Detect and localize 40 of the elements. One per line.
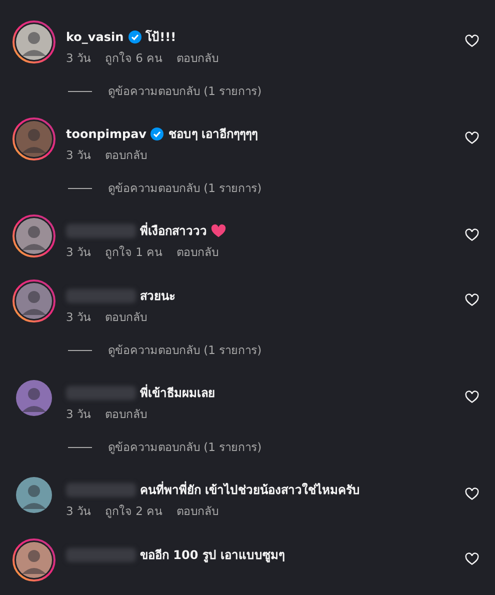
view-replies-link[interactable]: ดูข้อความตอบกลับ (1 รายการ) (108, 82, 262, 100)
comment-meta: 3 วัน (66, 244, 91, 260)
comment-meta: 3 วัน (66, 309, 91, 325)
avatar[interactable] (12, 214, 56, 258)
reply-link[interactable]: ตอบกลับ (176, 503, 219, 519)
avatar[interactable] (12, 538, 56, 582)
avatar[interactable] (12, 20, 56, 64)
comment-meta: ถูกใจ 6 คน (104, 50, 163, 66)
comment-text: ขออีก 100 รูป เอาแบบซูมๆ (140, 547, 285, 564)
like-heart-icon[interactable] (465, 552, 479, 566)
like-heart-icon[interactable] (465, 228, 479, 242)
comment-meta: ถูกใจ 1 คน (104, 244, 163, 260)
comment-meta: 3 วัน (66, 406, 91, 422)
comment-text: คนที่พาพี่ยัก เข้าไปช่วยน้องสาวใช่ไหมครับ (140, 481, 360, 499)
avatar[interactable] (12, 279, 56, 323)
view-replies-link[interactable]: ดูข้อความตอบกลับ (1 รายการ) (108, 438, 262, 456)
comment-text: โป้!!! (146, 28, 176, 46)
like-heart-icon[interactable] (465, 34, 479, 48)
reply-link[interactable]: ตอบกลับ (104, 147, 147, 163)
view-replies-link[interactable]: ดูข้อความตอบกลับ (1 รายการ) (108, 341, 262, 359)
like-heart-icon[interactable] (465, 487, 479, 501)
view-replies-link[interactable]: ดูข้อความตอบกลับ (1 รายการ) (108, 179, 262, 197)
comment-meta: 3 วัน (66, 503, 91, 519)
avatar[interactable] (12, 117, 56, 161)
comment-text: พี่เงือกสาววว (140, 222, 207, 240)
reply-link[interactable]: ตอบกลับ (176, 50, 219, 66)
comment-text: ชอบๆ เอาอีกๆๆๆๆ (168, 126, 258, 143)
reply-link[interactable]: ตอบกลับ (104, 406, 147, 422)
comment-meta: ถูกใจ 2 คน (104, 503, 163, 519)
reply-link[interactable]: ตอบกลับ (176, 244, 219, 260)
like-heart-icon[interactable] (465, 293, 479, 307)
comment-text: พี่เข้าธีมผมเลย (140, 384, 215, 402)
username[interactable]: toonpimpav (66, 125, 146, 143)
comment-meta: 3 วัน (66, 147, 91, 163)
comment-text: สวยนะ (140, 288, 175, 305)
comment-meta: 3 วัน (66, 50, 91, 66)
like-heart-icon[interactable] (465, 131, 479, 145)
like-heart-icon[interactable] (465, 390, 479, 404)
username[interactable]: ko_vasin (66, 28, 124, 46)
reply-link[interactable]: ตอบกลับ (104, 309, 147, 325)
